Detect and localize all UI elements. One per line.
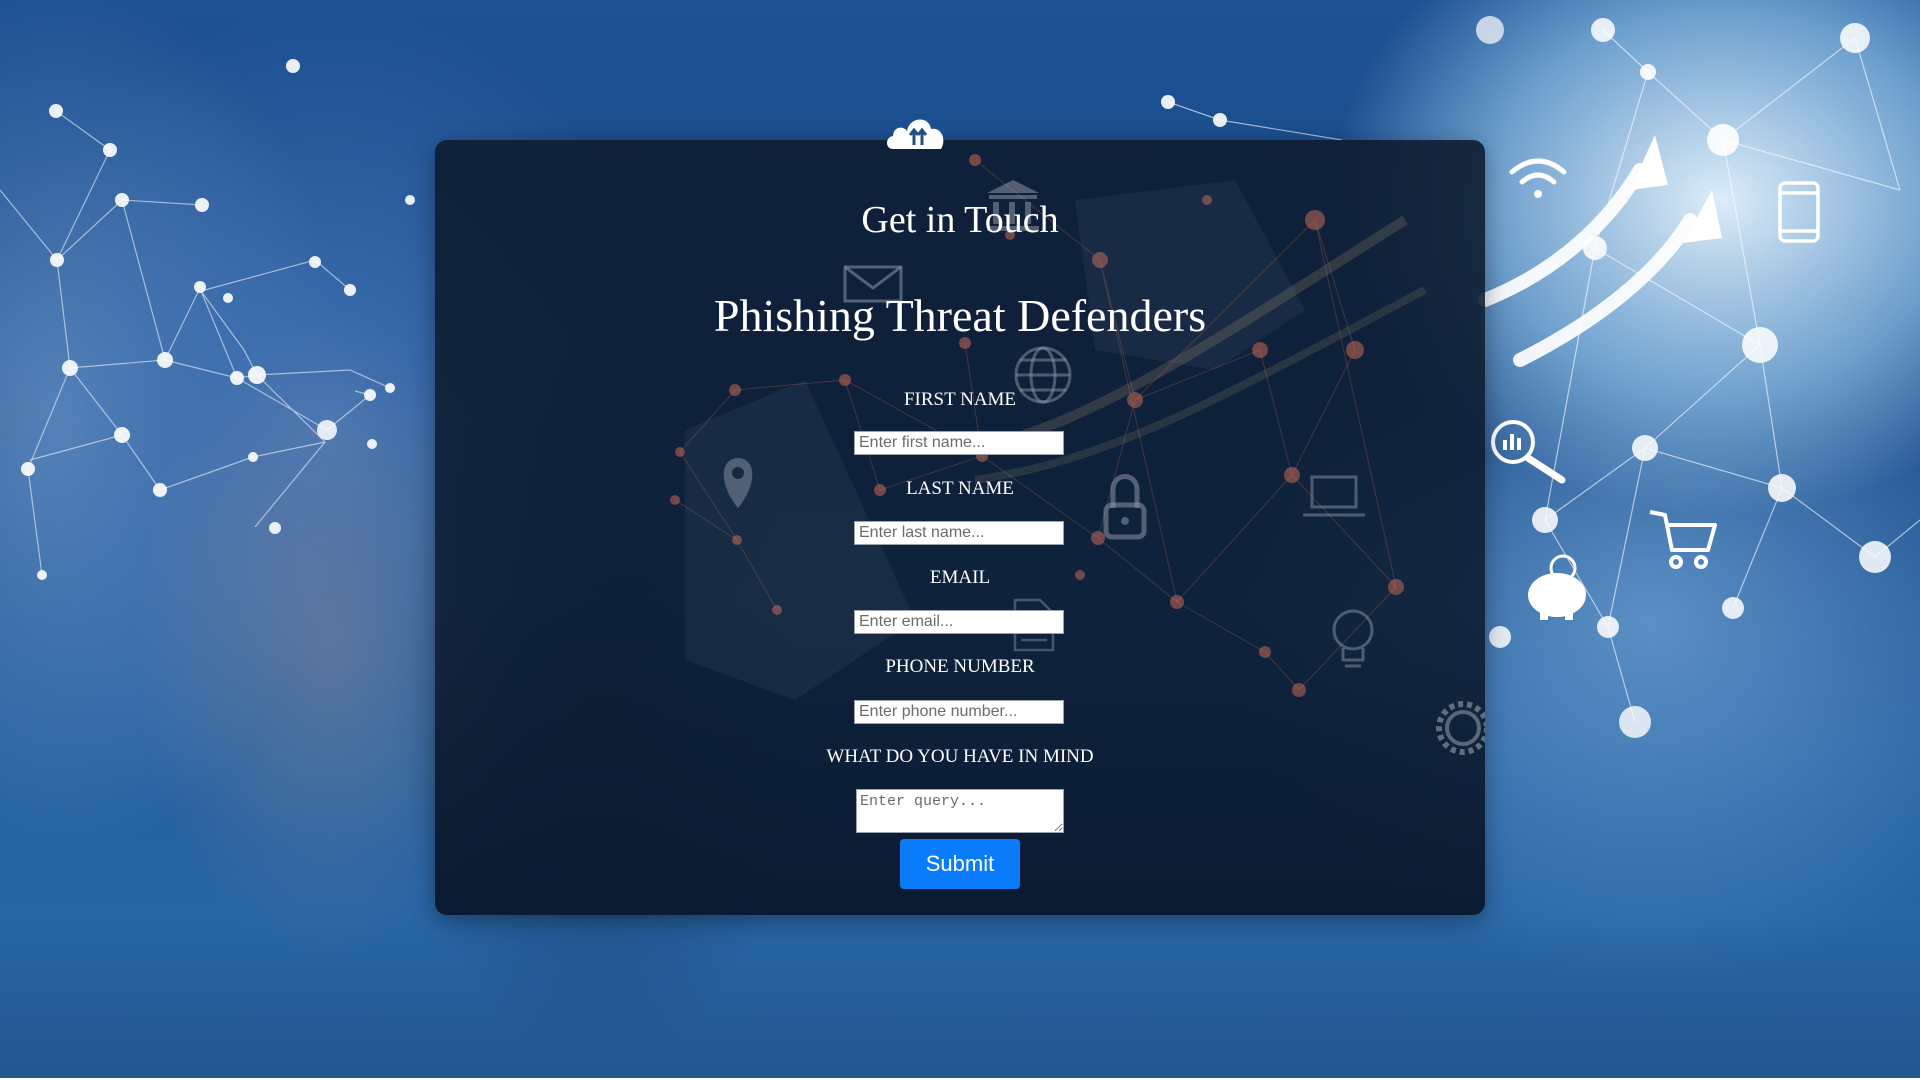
first-name-label: FIRST NAME (903, 389, 1017, 410)
email-input[interactable] (854, 610, 1064, 634)
cloud-upload-icon (887, 119, 944, 149)
phone-number-input[interactable] (854, 700, 1064, 724)
email-label: EMAIL (929, 567, 991, 588)
last-name-input[interactable] (854, 521, 1064, 545)
first-name-input[interactable] (854, 431, 1064, 455)
last-name-label: LAST NAME (906, 478, 1014, 499)
growth-arrow-icon (1630, 135, 1722, 243)
page-title: Get in Touch (861, 199, 1059, 241)
wifi-icon (1509, 158, 1567, 198)
shopping-cart-icon (1649, 510, 1717, 569)
submit-button[interactable]: Submit (900, 839, 1020, 889)
piggy-bank-icon (1528, 554, 1586, 620)
query-textarea[interactable] (856, 789, 1064, 833)
smartphone-icon (1778, 181, 1820, 243)
magnifier-chart-icon (1491, 420, 1566, 484)
query-label: WHAT DO YOU HAVE IN MIND (826, 746, 1094, 767)
phone-number-label: PHONE NUMBER (885, 656, 1035, 677)
page-subtitle: Phishing Threat Defenders (713, 290, 1207, 341)
